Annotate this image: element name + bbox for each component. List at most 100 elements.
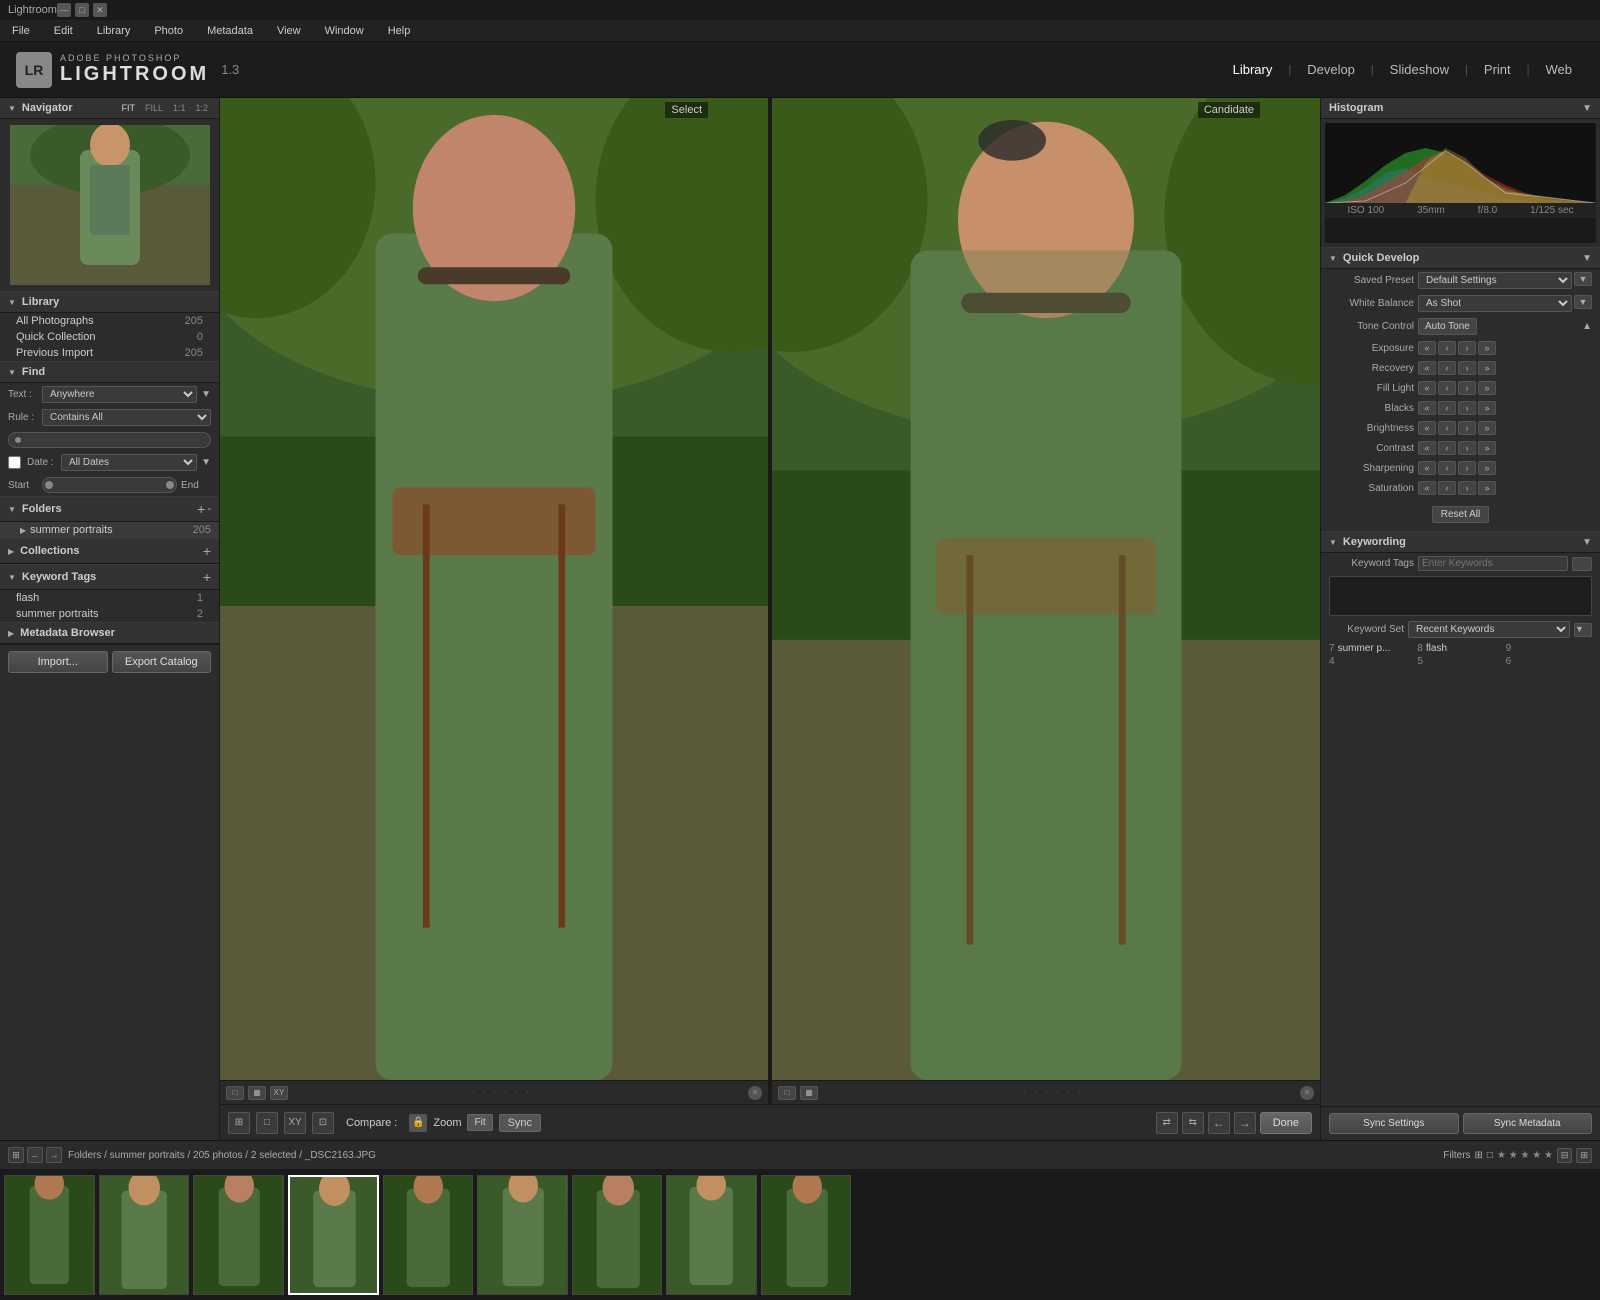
view-survey-btn[interactable]: ⊡ [312,1112,334,1134]
qd-sha-ll[interactable]: « [1418,461,1436,475]
view-compare-btn[interactable]: XY [284,1112,306,1134]
keyword-tags-header[interactable]: ▼ Keyword Tags + [0,564,219,590]
select-tool-2[interactable]: ▦ [248,1086,266,1100]
qd-rec-rr[interactable]: » [1478,361,1496,375]
qd-bri-ll[interactable]: « [1418,421,1436,435]
lock-icon[interactable]: 🔒 [409,1114,427,1132]
qd-sat-l[interactable]: ‹ [1438,481,1456,495]
swap-right-btn[interactable]: ⇆ [1182,1112,1204,1134]
keywording-header[interactable]: ▼ Keywording ▼ [1321,531,1600,553]
find-date-slider[interactable] [42,477,177,493]
qd-rec-ll[interactable]: « [1418,361,1436,375]
qd-bri-l[interactable]: ‹ [1438,421,1456,435]
qd-exp-r[interactable]: › [1458,341,1476,355]
find-date-select[interactable]: All Dates [61,454,197,471]
next-btn[interactable]: → [1234,1112,1256,1134]
qd-expand[interactable]: ▼ [1582,253,1592,264]
prev-btn[interactable]: ← [1208,1112,1230,1134]
qd-blk-ll[interactable]: « [1418,401,1436,415]
film-thumb-6[interactable] [477,1175,568,1295]
find-date-arrow[interactable]: ▼ [201,457,211,468]
fit-button[interactable]: Fit [467,1114,492,1131]
library-all-photographs[interactable]: All Photographs 205 [0,313,219,329]
histogram-header[interactable]: Histogram ▼ [1321,98,1600,119]
qd-reset-btn[interactable]: Reset All [1432,506,1489,523]
qd-bri-r[interactable]: › [1458,421,1476,435]
cand-tool-2[interactable]: ▦ [800,1086,818,1100]
qd-blk-rr[interactable]: » [1478,401,1496,415]
tab-develop[interactable]: Develop [1295,58,1367,81]
cand-close-btn[interactable]: ✕ [1300,1086,1314,1100]
qd-exp-ll[interactable]: « [1418,341,1436,355]
menu-file[interactable]: File [8,23,34,39]
qd-saved-preset-select[interactable]: Default Settings [1418,272,1572,289]
kw-set-select[interactable]: Recent Keywords [1408,621,1570,638]
kw-tags-dropdown[interactable] [1572,557,1592,571]
qd-auto-tone-btn[interactable]: Auto Tone [1418,318,1477,335]
film-thumb-8[interactable] [666,1175,757,1295]
sync-button[interactable]: Sync [499,1114,541,1132]
qd-sat-rr[interactable]: » [1478,481,1496,495]
qd-sha-rr[interactable]: » [1478,461,1496,475]
qd-sat-r[interactable]: › [1458,481,1476,495]
qd-blk-r[interactable]: › [1458,401,1476,415]
folders-minus-btn[interactable]: - [207,503,211,515]
qd-white-balance-btn[interactable]: ▼ [1574,295,1592,309]
histogram-arrow[interactable]: ▼ [1582,103,1592,114]
filter-icon-1[interactable]: ⊞ [1475,1150,1483,1161]
menu-library[interactable]: Library [93,23,135,39]
cand-tool-1[interactable]: □ [778,1086,796,1100]
metadata-browser-header[interactable]: ▶ Metadata Browser [0,622,219,644]
filter-btn-1[interactable]: ⊟ [1557,1148,1573,1163]
nav-option-1-1[interactable]: 1:1 [170,102,189,114]
film-thumb-9[interactable] [761,1175,852,1295]
qd-con-rr[interactable]: » [1478,441,1496,455]
done-button[interactable]: Done [1260,1112,1312,1134]
keyword-tags-add-btn[interactable]: + [203,569,211,585]
maximize-button[interactable]: □ [75,3,89,17]
qd-sha-l[interactable]: ‹ [1438,461,1456,475]
nav-option-fit[interactable]: FIT [118,102,138,114]
menu-edit[interactable]: Edit [50,23,77,39]
qd-con-ll[interactable]: « [1418,441,1436,455]
sync-metadata-btn[interactable]: Sync Metadata [1463,1113,1593,1134]
kw-word-8[interactable]: flash [1426,643,1447,654]
tab-web[interactable]: Web [1534,58,1585,81]
select-tool-3[interactable]: XY [270,1086,288,1100]
filmstrip-next-btn[interactable]: → [46,1147,62,1163]
qd-fill-ll[interactable]: « [1418,381,1436,395]
import-button[interactable]: Import... [8,651,108,673]
menu-view[interactable]: View [273,23,305,39]
qd-rec-r[interactable]: › [1458,361,1476,375]
find-date-checkbox[interactable] [8,456,21,469]
qd-sat-ll[interactable]: « [1418,481,1436,495]
qd-bri-rr[interactable]: » [1478,421,1496,435]
kw-word-7[interactable]: summer p... [1338,643,1391,654]
library-previous-import[interactable]: Previous Import 205 [0,345,219,361]
qd-con-r[interactable]: › [1458,441,1476,455]
qd-fill-rr[interactable]: » [1478,381,1496,395]
select-close-btn[interactable]: ✕ [748,1086,762,1100]
find-text-select[interactable]: Anywhere [42,386,197,403]
folder-summer-portraits[interactable]: ▶ summer portraits 205 [0,522,219,538]
qd-fill-l[interactable]: ‹ [1438,381,1456,395]
qd-rec-l[interactable]: ‹ [1438,361,1456,375]
export-catalog-button[interactable]: Export Catalog [112,651,212,673]
qd-fill-r[interactable]: › [1458,381,1476,395]
filmstrip-prev-btn[interactable]: ← [27,1147,43,1163]
filmstrip-home-btn[interactable]: ⊞ [8,1147,24,1163]
find-rule-select[interactable]: Contains All [42,409,211,426]
view-grid-btn[interactable]: ⊞ [228,1112,250,1134]
film-thumb-2[interactable] [99,1175,190,1295]
folders-header[interactable]: ▼ Folders + - [0,496,219,522]
collections-header[interactable]: ▶ Collections + [0,538,219,564]
navigator-header[interactable]: ▼ Navigator FIT FILL 1:1 1:2 [0,98,219,119]
nav-option-fill[interactable]: FILL [142,102,166,114]
qd-tone-expand[interactable]: ▲ [1582,321,1592,332]
keyword-flash[interactable]: flash 1 [0,590,219,606]
library-header[interactable]: ▼ Library [0,291,219,313]
keyword-summer-portraits[interactable]: summer portraits 2 [0,606,219,622]
sync-settings-btn[interactable]: Sync Settings [1329,1113,1459,1134]
menu-metadata[interactable]: Metadata [203,23,257,39]
qd-con-l[interactable]: ‹ [1438,441,1456,455]
